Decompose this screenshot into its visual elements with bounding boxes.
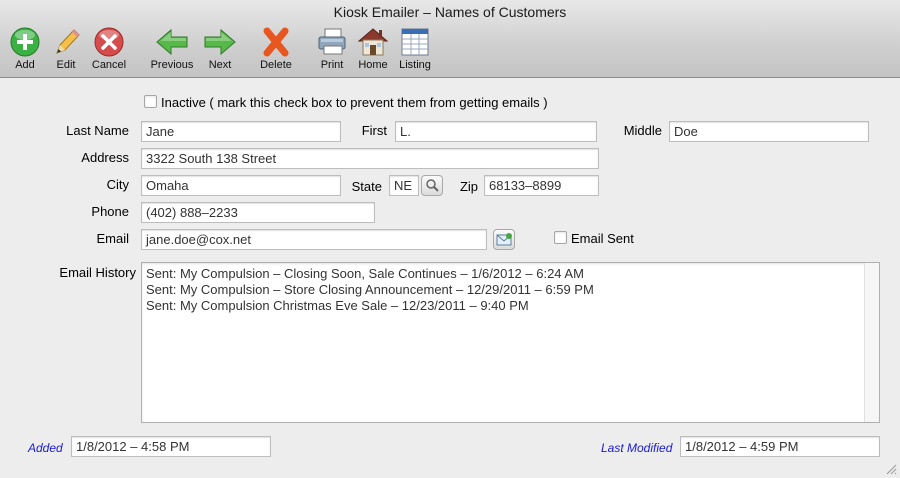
delete-label: Delete <box>260 59 292 71</box>
arrow-right-icon <box>204 28 236 56</box>
email-history-list[interactable]: Sent: My Compulsion – Closing Soon, Sale… <box>141 262 880 423</box>
inactive-checkbox[interactable] <box>144 95 157 108</box>
city-field[interactable]: Omaha <box>141 175 341 196</box>
pencil-icon <box>56 29 80 54</box>
last-modified-field: 1/8/2012 – 4:59 PM <box>680 436 880 457</box>
zip-label: Zip <box>459 179 478 194</box>
delete-button[interactable]: Delete <box>251 26 301 71</box>
listing-button[interactable]: Listing <box>390 26 440 71</box>
cancel-button[interactable]: Cancel <box>84 26 134 71</box>
email-sent-checkbox[interactable] <box>554 231 567 244</box>
previous-button[interactable]: Previous <box>147 26 197 71</box>
plus-circle-icon <box>10 27 40 57</box>
phone-label: Phone <box>91 204 129 219</box>
middle-name-label: Middle <box>623 123 662 138</box>
house-icon <box>357 28 389 56</box>
resize-grip-icon[interactable] <box>885 463 897 475</box>
email-history-label: Email History <box>59 265 136 280</box>
first-name-field[interactable]: L. <box>395 121 597 142</box>
first-name-label: First <box>361 123 387 138</box>
history-entry: Sent: My Compulsion – Closing Soon, Sale… <box>146 266 584 281</box>
envelope-icon <box>496 233 512 246</box>
phone-field[interactable]: (402) 888–2233 <box>141 202 375 223</box>
table-icon <box>401 28 429 56</box>
state-lookup-button[interactable] <box>421 175 443 196</box>
history-entry: Sent: My Compulsion Christmas Eve Sale –… <box>146 298 529 313</box>
city-label: City <box>106 177 129 192</box>
printer-icon <box>318 28 346 55</box>
zip-field[interactable]: 68133–8899 <box>484 175 599 196</box>
last-modified-label: Last Modified <box>601 441 673 455</box>
email-field[interactable]: jane.doe@cox.net <box>141 229 487 250</box>
email-label: Email <box>96 231 129 246</box>
next-label: Next <box>208 59 232 71</box>
last-name-field[interactable]: Jane <box>141 121 341 142</box>
customer-form: Inactive ( mark this check box to preven… <box>0 79 900 478</box>
middle-name-field[interactable]: Doe <box>669 121 869 142</box>
window-title: Kiosk Emailer – Names of Customers <box>333 4 567 20</box>
magnifier-icon <box>426 179 439 192</box>
history-entry: Sent: My Compulsion – Store Closing Anno… <box>146 282 594 297</box>
compose-email-button[interactable] <box>493 229 515 250</box>
next-button[interactable]: Next <box>195 26 245 71</box>
email-sent-label: Email Sent <box>571 231 634 246</box>
state-field[interactable]: NE <box>389 175 419 196</box>
added-field: 1/8/2012 – 4:58 PM <box>71 436 271 457</box>
previous-label: Previous <box>150 59 194 71</box>
arrow-left-icon <box>156 28 188 56</box>
last-name-label: Last Name <box>66 123 129 138</box>
x-mark-icon <box>263 27 289 57</box>
window-chrome: Kiosk Emailer – Names of Customers Add E… <box>0 0 900 78</box>
x-circle-icon <box>94 27 124 57</box>
history-scrollbar[interactable] <box>864 263 879 422</box>
inactive-label: Inactive ( mark this check box to preven… <box>161 95 548 110</box>
added-label: Added <box>28 441 63 455</box>
address-field[interactable]: 3322 South 138 Street <box>141 148 599 169</box>
address-label: Address <box>81 150 129 165</box>
state-label: State <box>351 179 382 194</box>
listing-label: Listing <box>399 59 431 71</box>
cancel-label: Cancel <box>91 59 127 71</box>
